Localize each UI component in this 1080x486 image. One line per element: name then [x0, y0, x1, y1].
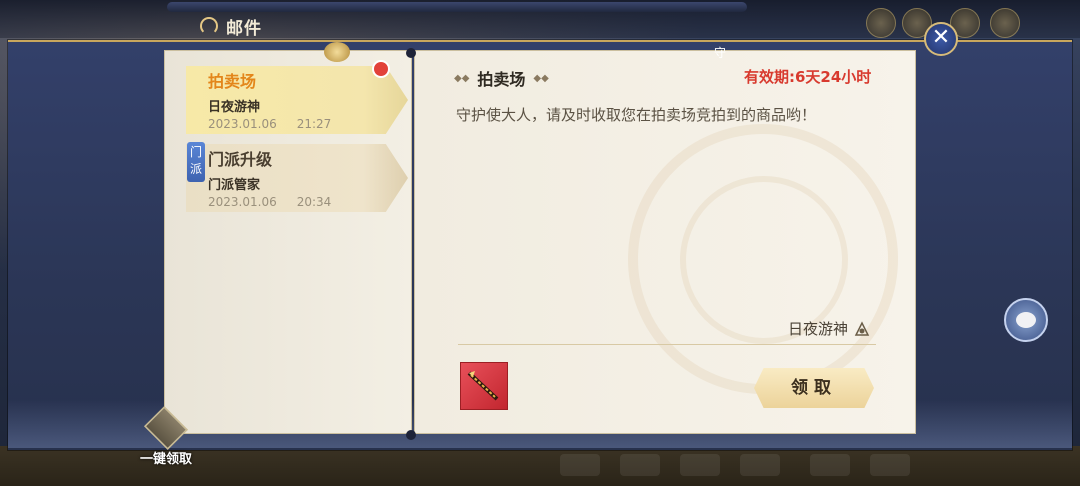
mail-sender: 门派管家 [208, 178, 261, 193]
attachment-item-slot[interactable] [460, 362, 508, 410]
bottom-slot [560, 454, 600, 476]
book-spine-bar [167, 2, 747, 12]
right-deco-icon: ◆◆ [533, 72, 549, 84]
envelope-icon [143, 405, 189, 451]
spine-knob [406, 430, 416, 440]
top-menu-icon [866, 8, 896, 38]
mail-signature: 日夜游神 [788, 318, 870, 339]
sect-tag-badge: 门派 [187, 142, 205, 182]
spine-label: 守 [714, 46, 727, 60]
mail-title-icon [200, 17, 218, 35]
pet-companion-icon[interactable] [1004, 298, 1048, 342]
mail-detail-title: 拍卖场 [477, 70, 526, 89]
mail-time: 20:34 [296, 195, 332, 209]
spine-knob [406, 48, 416, 58]
mail-date: 2023.01.06 [208, 195, 277, 209]
bottom-slot [740, 454, 780, 476]
bottom-slot [810, 454, 850, 476]
detail-divider [458, 344, 876, 345]
mail-sender: 日夜游神 [208, 100, 261, 115]
close-button[interactable]: ✕ [924, 22, 958, 56]
left-deco-icon: ◆◆ [454, 72, 470, 84]
collect-all-button[interactable]: 一键领取 [132, 405, 200, 467]
bottom-slot [870, 454, 910, 476]
mail-list-item[interactable]: 门派升级 门派管家 2023.01.06 20:34 [186, 144, 408, 212]
mail-body-text: 守护使大人，请及时收取您在拍卖场竞拍到的商品哟！ [456, 106, 817, 124]
bottom-slot [620, 454, 660, 476]
signature-name: 日夜游神 [788, 320, 849, 338]
mail-time: 21:27 [296, 117, 332, 131]
unread-badge-icon [372, 60, 390, 78]
collect-all-label: 一键领取 [139, 452, 192, 467]
claim-button[interactable]: 领取 [754, 368, 874, 408]
bottom-slot [680, 454, 720, 476]
dialog-title-bar: 邮件 [200, 12, 262, 40]
dialog-title: 邮件 [226, 18, 262, 39]
mail-date: 2023.01.06 [208, 117, 277, 131]
validity-text: 有效期:6天24小时 [744, 68, 872, 86]
mail-detail-header: ◆◆ 拍卖场 ◆◆ [454, 66, 549, 90]
spine-ornament-icon [324, 42, 350, 62]
mail-title: 门派升级 [208, 150, 273, 169]
red-sword-item-icon [467, 371, 499, 401]
signature-seal-icon [854, 320, 870, 336]
top-menu-icon [990, 8, 1020, 38]
